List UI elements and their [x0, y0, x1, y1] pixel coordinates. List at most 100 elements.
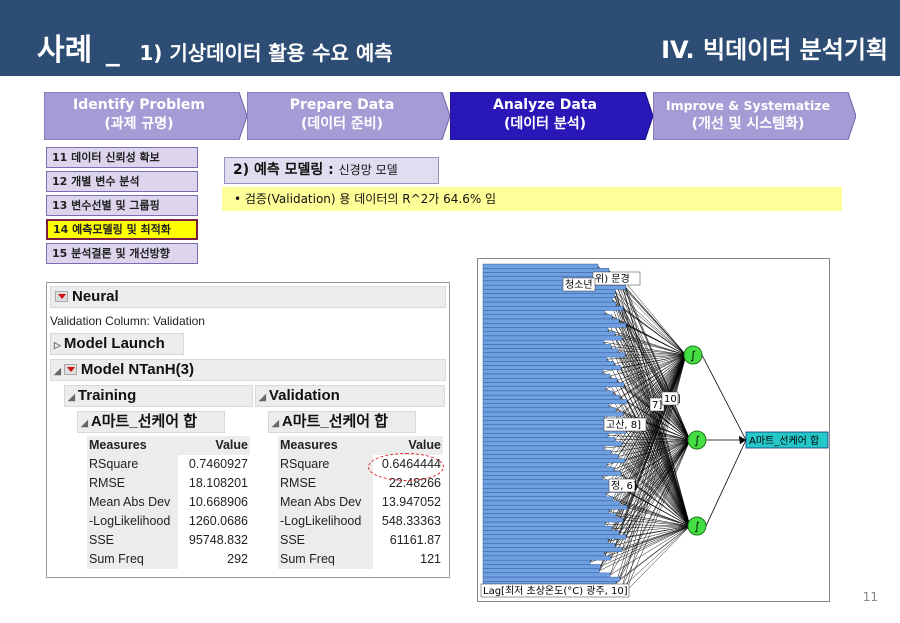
input-node: [482, 568, 600, 574]
input-node: [482, 547, 623, 552]
menu-item-13[interactable]: 13 변수선별 및 그룹핑: [46, 195, 198, 216]
validation-column-label: Validation Column: Validation: [50, 314, 205, 328]
input-node: [482, 504, 628, 510]
title-main: 사례: [37, 33, 93, 68]
input-node: [482, 559, 591, 565]
section-label: IV. 빅데이터 분석기획: [661, 36, 888, 64]
input-node: [482, 268, 610, 273]
input-node: [482, 416, 606, 421]
input-node: [482, 373, 611, 379]
input-node: [482, 466, 615, 472]
table-row: -LogLikelihood 1260.0686: [89, 514, 248, 528]
training-target-header[interactable]: ◢ A마트_선케어 합: [77, 411, 225, 433]
validation-header[interactable]: ◢ Validation: [255, 385, 445, 407]
input-node: [482, 293, 615, 299]
highlight-circle: [368, 453, 444, 481]
input-node: [482, 513, 617, 519]
model-launch-header[interactable]: ▷ Model Launch: [50, 333, 184, 355]
disclosure-closed-icon[interactable]: ▷: [54, 340, 61, 350]
input-node: [482, 441, 623, 447]
red-triangle-icon[interactable]: [63, 364, 77, 375]
input-node: [482, 331, 616, 337]
input-node: [482, 297, 613, 303]
input-node: [482, 500, 621, 506]
input-node: [482, 344, 612, 349]
step-prepare-data[interactable]: Prepare Data (데이터 준비): [247, 92, 450, 140]
input-node: [482, 420, 613, 425]
output-edge: [701, 354, 747, 441]
input-node: [482, 475, 604, 480]
table-row: RSquare 0.7460927: [89, 457, 248, 471]
input-node: [482, 564, 601, 569]
table-header-row: Measures Value: [87, 436, 250, 455]
input-node: [482, 445, 605, 451]
disclosure-open-icon[interactable]: ◢: [81, 418, 88, 428]
input-node: [482, 407, 617, 413]
hidden-node-symbol: ∫: [694, 520, 700, 533]
disclosure-open-icon[interactable]: ◢: [68, 392, 75, 402]
input-node: [482, 386, 607, 392]
table-row: -LogLikelihood 548.33363: [280, 514, 441, 528]
red-triangle-icon[interactable]: [55, 291, 68, 302]
input-node: [482, 403, 610, 409]
table-row: Sum Freq 121: [280, 552, 441, 566]
menu-item-11[interactable]: 11 데이터 신뢰성 확보: [46, 147, 198, 168]
input-node: [482, 530, 620, 535]
model-header[interactable]: ◢ Model NTanH(3): [50, 359, 446, 381]
input-node: [482, 411, 624, 417]
title-separator: _: [105, 34, 120, 67]
input-node: [482, 310, 606, 315]
table-row: SSE 95748.832: [89, 533, 248, 547]
input-node: [482, 352, 626, 358]
jmp-report: Neural Validation Column: Validation ▷ Mo…: [46, 282, 450, 578]
input-node: [482, 462, 608, 468]
input-node: [482, 424, 620, 430]
training-header[interactable]: ◢ Training: [64, 385, 253, 407]
menu-item-15[interactable]: 15 분석결론 및 개선방향: [46, 243, 198, 264]
input-node: [482, 572, 611, 578]
input-node: [482, 323, 627, 328]
input-node: [482, 449, 612, 455]
input-node: [482, 517, 624, 523]
input-node: [482, 534, 627, 540]
disclosure-open-icon[interactable]: ◢: [259, 392, 266, 402]
input-node: [482, 483, 618, 489]
menu-item-14[interactable]: 14 예측모델링 및 최적화: [46, 219, 198, 240]
step-identify-problem[interactable]: Identify Problem (과제 규명): [44, 92, 247, 140]
output-node-label: A마트_선케어 합: [749, 435, 819, 447]
input-node: [482, 521, 606, 527]
input-node: [482, 306, 624, 311]
network-edge: [622, 308, 687, 356]
input-label-8: 고산, 8]: [606, 419, 641, 431]
table-header-row: Measures Value: [278, 436, 443, 455]
input-node: [482, 318, 620, 324]
input-node: [482, 327, 609, 332]
input-node: [482, 314, 613, 320]
neural-network-diagram: ∫ ∫ ∫ A마트_선케어 합 위) 문경 청소년 7] 10] 고산, 8] 정, 6] Lag[…: [477, 258, 830, 602]
menu-item-12[interactable]: 12 개별 변수 분석: [46, 171, 198, 192]
page-number: 11: [862, 590, 878, 604]
input-node: [482, 361, 615, 366]
slide: 사례 _ 1) 기상데이터 활용 수요 예측 IV. 빅데이터 분석기획 Ide…: [0, 0, 900, 623]
input-node: [482, 399, 628, 404]
network-svg: ∫ ∫ ∫ A마트_선케어 합 위) 문경청소년 7]10] 고산, 8] 정, 6] Lag[…: [480, 263, 829, 598]
input-node: [482, 454, 619, 459]
step-analyze-data[interactable]: Analyze Data (데이터 분석): [450, 92, 653, 140]
validation-target-header[interactable]: ◢ A마트_선케어 합: [268, 411, 416, 433]
disclosure-open-icon[interactable]: ◢: [54, 366, 61, 376]
table-row: Sum Freq 292: [89, 552, 248, 566]
neural-header[interactable]: Neural: [50, 286, 446, 308]
disclosure-open-icon[interactable]: ◢: [272, 418, 279, 428]
input-node: [482, 543, 616, 548]
table-row: Mean Abs Dev 10.668906: [89, 495, 248, 509]
input-node: [482, 471, 622, 476]
input-node: [482, 509, 610, 514]
step-improve-systematize[interactable]: Improve & Systematize (개선 및 시스템화): [653, 92, 856, 140]
output-edge: [705, 439, 747, 527]
input-node: [482, 339, 605, 345]
input-label-top: 위) 문경: [595, 272, 630, 285]
process-steps: Identify Problem (과제 규명) Prepare Data (데이터…: [44, 92, 859, 140]
input-label-6: 정, 6]: [611, 480, 637, 492]
input-node: [482, 394, 621, 400]
input-node: [482, 369, 604, 375]
